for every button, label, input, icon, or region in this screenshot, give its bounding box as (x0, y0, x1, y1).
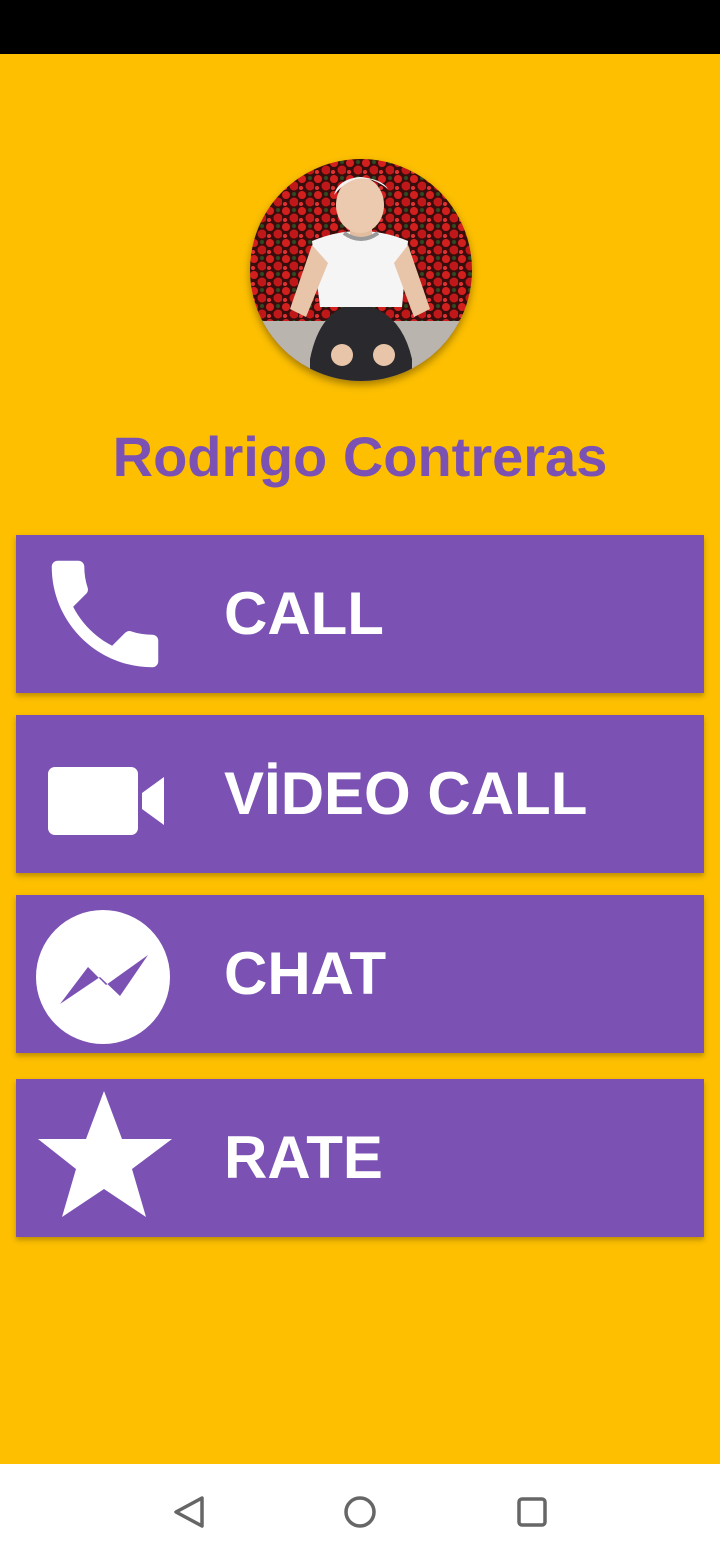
chat-button-label: CHAT (224, 940, 387, 1007)
home-icon[interactable] (336, 1488, 384, 1536)
rate-button[interactable]: RATE (16, 1079, 704, 1237)
star-icon (34, 1087, 176, 1229)
avatar-photo (250, 159, 472, 381)
navigation-bar (0, 1464, 720, 1560)
phone-icon (34, 543, 176, 685)
rate-button-label: RATE (224, 1124, 383, 1191)
messenger-icon (34, 903, 176, 1045)
status-bar (0, 0, 720, 54)
profile-name: Rodrigo Contreras (112, 425, 608, 488)
video-camera-icon (34, 723, 176, 865)
back-icon[interactable] (166, 1488, 214, 1536)
recents-icon[interactable] (508, 1488, 556, 1536)
avatar (250, 159, 472, 381)
call-button-label: CALL (224, 580, 384, 647)
main-content: Rodrigo Contreras CALL VİDEO CALL CHAT R… (0, 54, 720, 1464)
call-button[interactable]: CALL (16, 535, 704, 693)
chat-button[interactable]: CHAT (16, 895, 704, 1053)
video-call-button-label: VİDEO CALL (224, 760, 588, 827)
video-call-button[interactable]: VİDEO CALL (16, 715, 704, 873)
